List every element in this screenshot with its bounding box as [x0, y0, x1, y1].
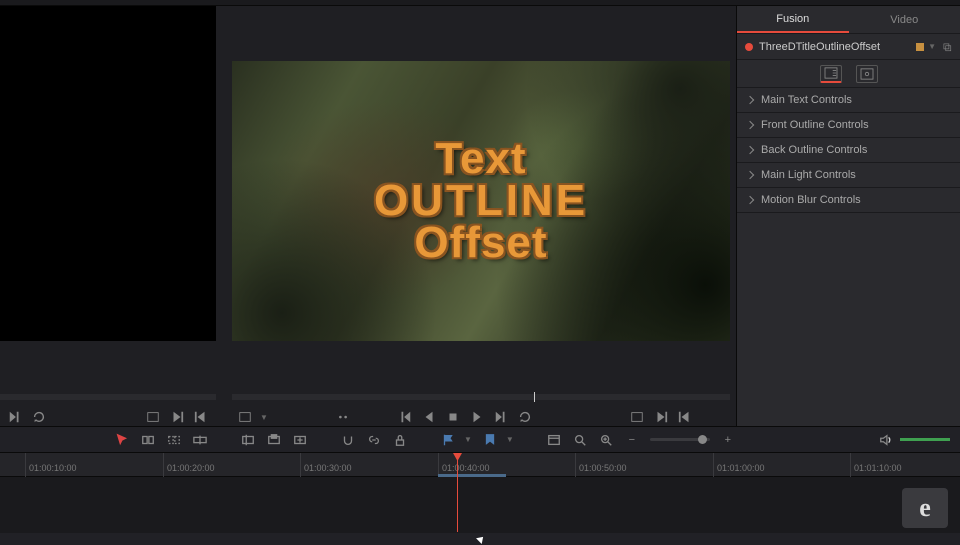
group-label: Motion Blur Controls	[761, 194, 861, 206]
group-main-light[interactable]: Main Light Controls	[737, 163, 960, 188]
first-frame-icon[interactable]	[398, 410, 412, 424]
chevron-right-icon	[746, 196, 754, 204]
flag-icon[interactable]	[440, 433, 456, 447]
speaker-icon[interactable]	[878, 433, 894, 447]
node-name: ThreeDTitleOutlineOffset	[759, 41, 910, 53]
replace-clip-icon[interactable]	[292, 433, 308, 447]
settings-icon[interactable]	[546, 433, 562, 447]
blade-tool[interactable]	[192, 433, 208, 447]
watermark: e	[902, 488, 948, 528]
crop-icon[interactable]	[238, 410, 252, 424]
zoom-in-icon[interactable]: +	[720, 433, 736, 447]
search-icon[interactable]	[572, 433, 588, 447]
tc-mark: 01:00:20:00	[163, 453, 215, 477]
marker-icon[interactable]	[482, 433, 498, 447]
zoom-out-icon[interactable]: −	[624, 433, 640, 447]
chevron-right-icon	[746, 171, 754, 179]
next-edit-icon[interactable]	[8, 410, 22, 424]
loop-playback-icon[interactable]	[518, 410, 532, 424]
zoom-icon[interactable]	[598, 433, 614, 447]
timeline-tracks[interactable]	[0, 477, 960, 533]
keyframe-indicator[interactable]	[916, 43, 924, 51]
zoom-slider[interactable]	[650, 438, 710, 441]
cursor-icon	[478, 535, 488, 545]
volume-slider[interactable]	[900, 438, 950, 441]
tab-fusion[interactable]: Fusion	[737, 6, 849, 33]
group-main-text[interactable]: Main Text Controls	[737, 88, 960, 113]
source-viewer[interactable]	[0, 6, 216, 341]
tab-video[interactable]: Video	[849, 6, 960, 33]
source-scrubber[interactable]	[0, 394, 216, 400]
group-label: Front Outline Controls	[761, 119, 869, 131]
timeline[interactable]: 01:00:10:00 01:00:20:00 01:00:30:00 01:0…	[0, 452, 960, 532]
snapping-icon[interactable]	[340, 433, 356, 447]
chevron-right-icon	[746, 121, 754, 129]
last-frame-icon[interactable]	[494, 410, 508, 424]
group-label: Main Light Controls	[761, 169, 856, 181]
node-active-dot	[745, 43, 753, 51]
nav-dots-icon[interactable]	[336, 410, 350, 424]
next-clip-icon[interactable]	[654, 410, 668, 424]
tc-mark: 01:00:10:00	[25, 453, 77, 477]
loop-icon[interactable]	[32, 410, 46, 424]
step-forward-icon[interactable]	[170, 410, 184, 424]
in-out-region	[438, 474, 506, 477]
overwrite-clip-icon[interactable]	[266, 433, 282, 447]
lock-icon[interactable]	[392, 433, 408, 447]
dynamic-trim-tool[interactable]	[166, 433, 182, 447]
program-viewer[interactable]: Text OUTLINE Offset	[232, 61, 730, 341]
chevron-down-icon[interactable]: ▼	[928, 42, 936, 51]
inspector-tool-controls[interactable]	[820, 65, 842, 83]
chevron-down-icon[interactable]: ▼	[506, 435, 514, 444]
tc-mark: 01:01:10:00	[850, 453, 902, 477]
inspector-panel: Fusion Video ThreeDTitleOutlineOffset ▼ …	[736, 6, 960, 426]
play-icon[interactable]	[470, 410, 484, 424]
chevron-down-icon[interactable]: ▼	[464, 435, 472, 444]
title-preview: Text OUTLINE Offset	[374, 134, 588, 268]
timeline-ruler[interactable]: 01:00:10:00 01:00:20:00 01:00:30:00 01:0…	[0, 453, 960, 477]
group-motion-blur[interactable]: Motion Blur Controls	[737, 188, 960, 213]
selection-tool[interactable]	[114, 433, 130, 447]
group-label: Main Text Controls	[761, 94, 852, 106]
insert-clip-icon[interactable]	[240, 433, 256, 447]
playhead[interactable]	[457, 453, 458, 532]
step-back-icon[interactable]	[194, 410, 208, 424]
play-reverse-icon[interactable]	[422, 410, 436, 424]
timeline-toolbar: ▼ ▼ − +	[0, 426, 960, 452]
program-scrubber[interactable]	[232, 394, 730, 400]
group-back-outline[interactable]: Back Outline Controls	[737, 138, 960, 163]
group-front-outline[interactable]: Front Outline Controls	[737, 113, 960, 138]
inspector-tool-settings[interactable]	[856, 65, 878, 83]
stop-icon[interactable]	[446, 410, 460, 424]
tc-mark: 01:00:30:00	[300, 453, 352, 477]
group-label: Back Outline Controls	[761, 144, 867, 156]
tc-mark: 01:01:00:00	[713, 453, 765, 477]
chevron-right-icon	[746, 146, 754, 154]
prev-clip-icon[interactable]	[678, 410, 692, 424]
link-icon[interactable]	[366, 433, 382, 447]
chevron-down-icon[interactable]: ▼	[260, 413, 268, 422]
match-frame-icon[interactable]	[146, 410, 160, 424]
trim-edit-tool[interactable]	[140, 433, 156, 447]
chevron-right-icon	[746, 96, 754, 104]
match-icon[interactable]	[630, 410, 644, 424]
tc-mark: 01:00:50:00	[575, 453, 627, 477]
versions-icon[interactable]	[942, 40, 952, 54]
